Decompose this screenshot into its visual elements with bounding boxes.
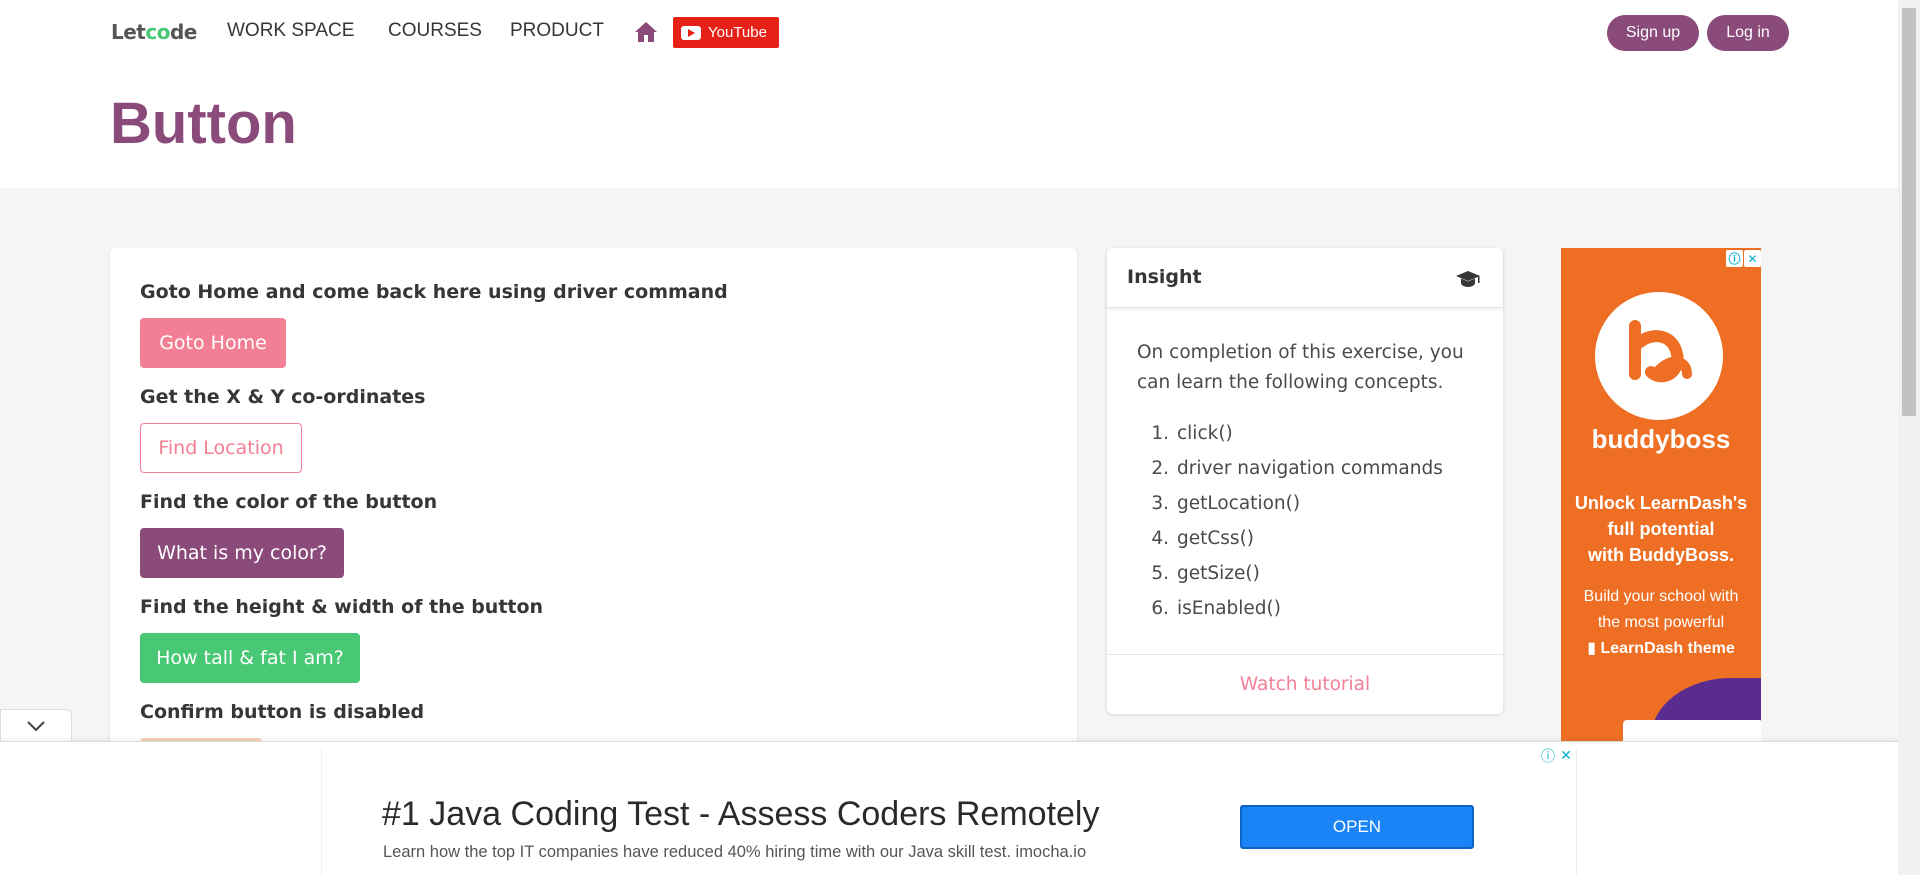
page-title: Button [110,91,297,156]
goto-home-label: Goto Home and come back here using drive… [140,281,728,303]
page-scrollbar[interactable] [1898,0,1920,875]
ad-title[interactable]: #1 Java Coding Test - Assess Coders Remo… [382,795,1100,834]
insight-header: Insight [1107,248,1503,308]
disabled-label: Confirm button is disabled [140,701,425,723]
ad-close-icon[interactable]: ✕ [1558,748,1574,764]
youtube-button[interactable]: YouTube [673,17,779,48]
ad-subtext: Build your school with the most powerful… [1583,588,1739,657]
insight-intro: On completion of this exercise, you can … [1137,342,1464,393]
find-location-button[interactable]: Find Location [140,423,302,473]
play-icon [681,25,701,40]
insight-title: Insight [1127,266,1202,288]
list-item: 6. isEnabled() [1151,598,1281,619]
list-item: 3. getLocation() [1151,493,1301,514]
find-location-label: Get the X & Y co-ordinates [140,386,426,408]
concepts-list: 1. click() 2. driver navigation commands 3… [1137,416,1443,626]
page-hero: Button [0,66,1898,188]
scrollbar-thumb[interactable] [1902,8,1916,416]
find-size-label: Find the height & width of the button [140,596,544,618]
nav-link-product[interactable]: PRODUCT [510,20,604,42]
list-item: 1. click() [1151,423,1233,444]
login-button[interactable]: Log in [1707,15,1789,51]
ad-description: Learn how the top IT companies have redu… [383,843,1087,861]
find-color-label: Find the color of the button [140,491,438,513]
list-item: 5. getSize() [1151,563,1260,584]
buddyboss-logo-icon [1629,320,1692,383]
graduation-cap-icon [1456,271,1480,287]
youtube-label: YouTube [708,24,767,41]
signup-button[interactable]: Sign up [1607,15,1699,51]
ad-open-button[interactable]: OPEN [1240,805,1474,849]
nav-link-workspace[interactable]: WORK SPACE [227,20,354,42]
bar-chart-icon: ▮ [1587,640,1597,657]
size-button[interactable]: How tall & fat I am? [140,633,360,683]
ad-brand: buddyboss [1591,424,1731,454]
watch-tutorial-link[interactable]: Watch tutorial [1107,654,1503,714]
color-button[interactable]: What is my color? [140,528,344,578]
collapse-ad-button[interactable] [0,709,72,741]
home-icon[interactable] [634,21,658,43]
chevron-down-icon [27,720,45,731]
goto-home-button[interactable]: Goto Home [140,318,286,368]
list-item: 2. driver navigation commands [1151,458,1443,479]
ad-screenshot-panel [1623,720,1761,742]
ad-headline: Unlock LearnDash's full potential with B… [1574,493,1748,565]
bottom-advertisement: #1 Java Coding Test - Assess Coders Remo… [0,741,1898,875]
ad-info-icon[interactable]: ⓘ [1540,748,1556,765]
exercise-card: Goto Home and come back here using drive… [110,248,1077,788]
letcode-logo[interactable]: Letcode [111,20,197,44]
ad-close-icon[interactable]: ✕ [1744,250,1761,267]
ad-info-icon[interactable]: ⓘ [1726,250,1743,267]
insight-card: Insight On completion of this exercise, … [1107,248,1503,714]
bottom-ad-content[interactable]: #1 Java Coding Test - Assess Coders Remo… [321,749,1577,875]
side-advertisement[interactable]: buddyboss Unlock LearnDash's full potent… [1561,248,1761,742]
nav-link-courses[interactable]: COURSES [388,20,482,42]
list-item: 4. getCss() [1151,528,1255,549]
top-navbar: Letcode WORK SPACE COURSES PRODUCT YouTu… [0,0,1898,66]
